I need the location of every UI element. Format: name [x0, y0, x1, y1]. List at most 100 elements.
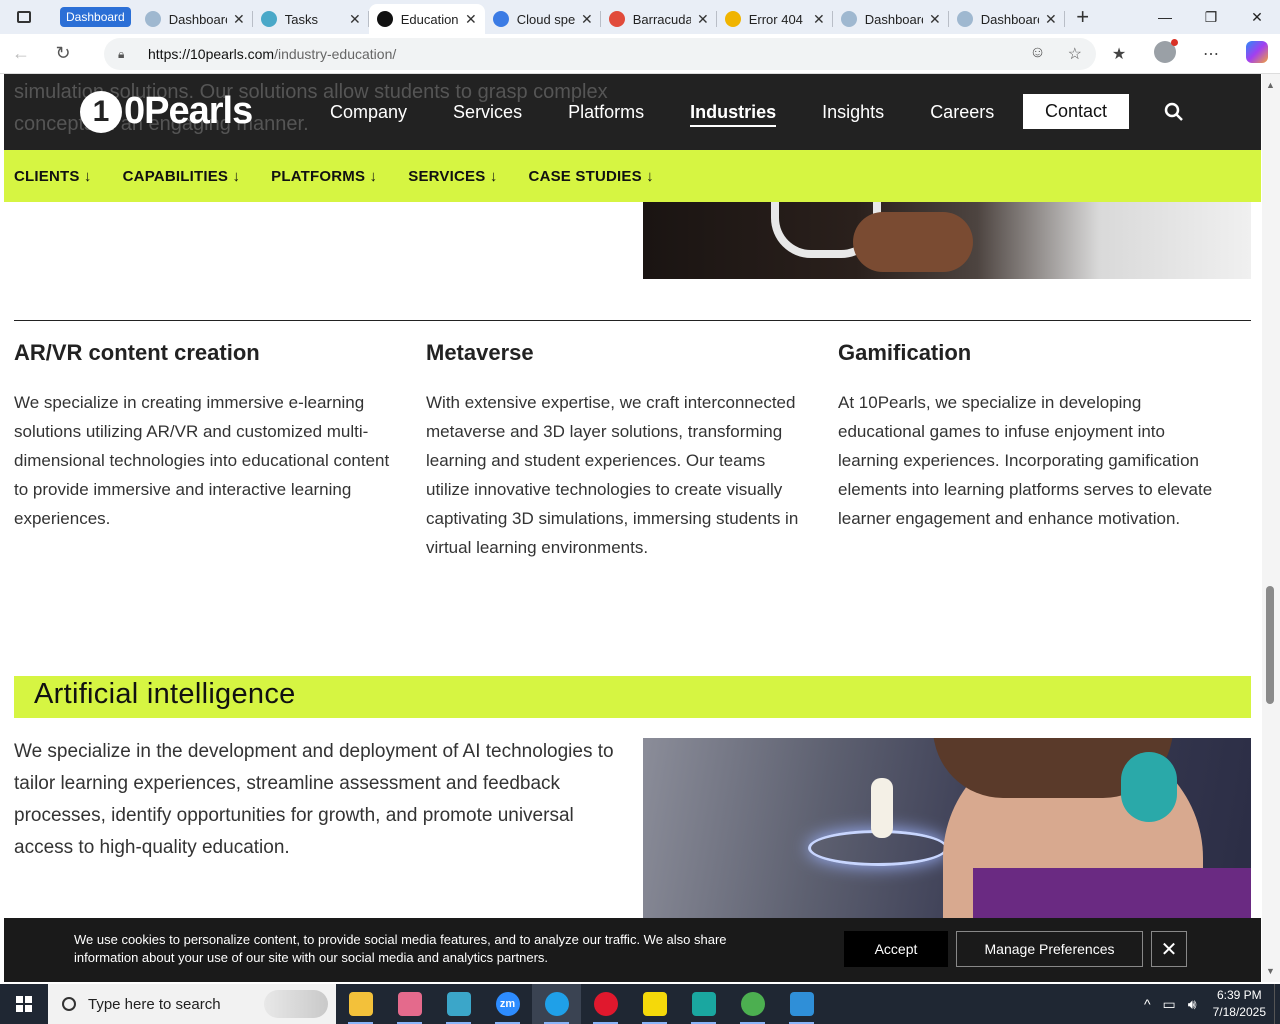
tab-title: Cloud spe [516, 11, 575, 27]
system-tray: ^ ▭ 🔊︎ 6:39 PM 7/18/2025 [1138, 984, 1280, 1024]
network-icon[interactable]: ▭ [1163, 996, 1176, 1013]
clock-date: 7/18/2025 [1212, 1005, 1266, 1019]
site-header: simulation solutions. Our solutions allo… [4, 74, 1261, 150]
tray-overflow-icon[interactable]: ^ [1144, 996, 1151, 1012]
show-desktop-button[interactable] [1274, 984, 1280, 1024]
manage-preferences-button[interactable]: Manage Preferences [956, 931, 1143, 967]
more-menu-icon[interactable]: ⋯ [1188, 44, 1234, 64]
scroll-down-icon[interactable]: ▼ [1266, 966, 1275, 976]
new-tab-button[interactable]: + [1065, 4, 1101, 30]
close-tab-icon[interactable]: ✕ [929, 11, 941, 28]
favorites-icon[interactable]: ★ [1096, 44, 1142, 64]
paint-icon [397, 992, 422, 1016]
contact-button[interactable]: Contact [1023, 94, 1129, 129]
ai-body: We specialize in the development and dep… [14, 741, 614, 858]
taskbar-app-app-diamond[interactable] [434, 984, 483, 1024]
subnav-item[interactable]: CAPABILITIES ↓ [123, 168, 241, 185]
scroll-thumb[interactable] [1266, 586, 1274, 704]
edge-icon [544, 992, 569, 1016]
taskbar-app-paint[interactable] [385, 984, 434, 1024]
volume-icon[interactable]: 🔊︎ [1188, 996, 1197, 1013]
favorite-star-icon[interactable]: ☆ [1068, 44, 1082, 64]
feature-title: AR/VR content creation [14, 340, 260, 365]
taskbar-app-opera[interactable] [581, 984, 630, 1024]
taskbar-search-placeholder: Type here to search [88, 995, 221, 1013]
cookie-message: We use cookies to personalize content, t… [74, 932, 727, 965]
feature-ar-vr: AR/VR content creation We specialize in … [14, 340, 394, 533]
reader-icon[interactable]: ☺ [1029, 44, 1045, 64]
workspaces-icon [17, 11, 31, 23]
browser-tab[interactable]: Barracuda ✕ [601, 4, 717, 34]
taskbar-search[interactable]: Type here to search [48, 984, 336, 1024]
url-field[interactable]: 🔒︎ https://10pearls.com/industry-educati… [104, 38, 1096, 70]
browser-tab[interactable]: Tasks ✕ [253, 4, 369, 34]
back-button[interactable]: ← [0, 34, 42, 74]
windows-logo-icon [16, 996, 32, 1012]
subnav-item[interactable]: PLATFORMS ↓ [271, 168, 377, 185]
nav-careers[interactable]: Careers [930, 102, 994, 127]
close-tab-icon[interactable]: ✕ [1045, 11, 1057, 28]
restore-icon[interactable]: ❐ [1188, 0, 1234, 34]
browser-tab[interactable]: Cloud spe ✕ [485, 4, 601, 34]
subnav-item[interactable]: SERVICES ↓ [408, 168, 497, 185]
page-scrollbar[interactable]: ▲ ▼ [1262, 74, 1280, 982]
address-bar-row: ← ↻ 🔒︎ https://10pearls.com/industry-edu… [0, 34, 1280, 74]
tab-group-label[interactable]: Dashboard [60, 7, 131, 27]
warning-icon [724, 11, 741, 27]
vscode-icon [789, 992, 814, 1016]
windows-taskbar: Type here to search zm ^ ▭ 🔊︎ 6:39 PM 7/… [0, 984, 1280, 1024]
sticky-notes-icon [642, 992, 667, 1016]
site-info-icon[interactable]: 🔒︎ [118, 47, 132, 61]
taskbar-app-vscode[interactable] [777, 984, 826, 1024]
close-tab-icon[interactable]: ✕ [581, 11, 593, 28]
browser-tab[interactable]: Error 404 (✕ [717, 4, 833, 34]
logo-mark: 1 [80, 90, 122, 133]
accept-cookies-button[interactable]: Accept [844, 931, 948, 967]
close-tab-icon[interactable]: ✕ [697, 11, 709, 28]
tab-title: Education [400, 11, 459, 27]
nav-services[interactable]: Services [453, 102, 522, 127]
minimize-icon[interactable]: — [1142, 0, 1188, 34]
taskbar-app-sticky-notes[interactable] [630, 984, 679, 1024]
tab-title: Tasks [284, 11, 318, 27]
nav-industries[interactable]: Industries [690, 102, 777, 127]
feature-body: At 10Pearls, we specialize in developing… [838, 393, 1213, 528]
close-tab-icon[interactable]: ✕ [349, 11, 361, 28]
browser-tab[interactable]: Dashboard ✕ [949, 4, 1065, 34]
nav-company[interactable]: Company [330, 102, 407, 127]
copilot-button[interactable] [1234, 40, 1280, 68]
close-banner-icon[interactable]: ✕ [1151, 931, 1187, 967]
browser-tab[interactable]: Education ✕ [368, 4, 485, 34]
taskbar-app-file-explorer[interactable] [336, 984, 385, 1024]
close-tab-icon[interactable]: ✕ [813, 11, 825, 28]
taskbar-app-app-s[interactable] [679, 984, 728, 1024]
site-logo[interactable]: 1 0Pearls [80, 90, 253, 133]
workspaces-button[interactable] [0, 0, 48, 34]
subnav-item[interactable]: CASE STUDIES ↓ [529, 168, 654, 185]
close-tab-icon[interactable]: ✕ [233, 11, 245, 28]
start-button[interactable] [0, 984, 48, 1024]
profile-button[interactable] [1142, 38, 1188, 68]
close-tab-icon[interactable]: ✕ [465, 11, 477, 28]
tab-title: Dashboard [980, 11, 1039, 27]
scroll-up-icon[interactable]: ▲ [1266, 80, 1275, 90]
taskbar-app-zoom[interactable]: zm [483, 984, 532, 1024]
cookie-banner: We use cookies to personalize content, t… [4, 918, 1261, 982]
browser-tab[interactable]: Dashboard ✕ [833, 4, 949, 34]
clock[interactable]: 6:39 PM 7/18/2025 [1213, 987, 1266, 1021]
taskbar-app-edge[interactable] [532, 984, 581, 1024]
window-controls: — ❐ ✕ [1142, 0, 1280, 34]
subnav-item[interactable]: CLIENTS ↓ [14, 168, 92, 185]
tab-title: Barracuda [632, 11, 691, 27]
section-divider [14, 320, 1251, 321]
dashboard-icon [956, 11, 973, 27]
search-icon[interactable] [1164, 102, 1184, 122]
nav-insights[interactable]: Insights [822, 102, 884, 127]
reload-button[interactable]: ↻ [42, 34, 84, 74]
nav-platforms[interactable]: Platforms [568, 102, 644, 127]
browser-tab[interactable]: Dashboard ✕ [137, 4, 253, 34]
taskbar-app-chrome[interactable] [728, 984, 777, 1024]
feature-title: Metaverse [426, 340, 534, 365]
close-window-icon[interactable]: ✕ [1234, 0, 1280, 34]
browser-tab-bar: Dashboard Dashboard ✕ Tasks ✕ Education ✕ Clou… [0, 0, 1280, 34]
